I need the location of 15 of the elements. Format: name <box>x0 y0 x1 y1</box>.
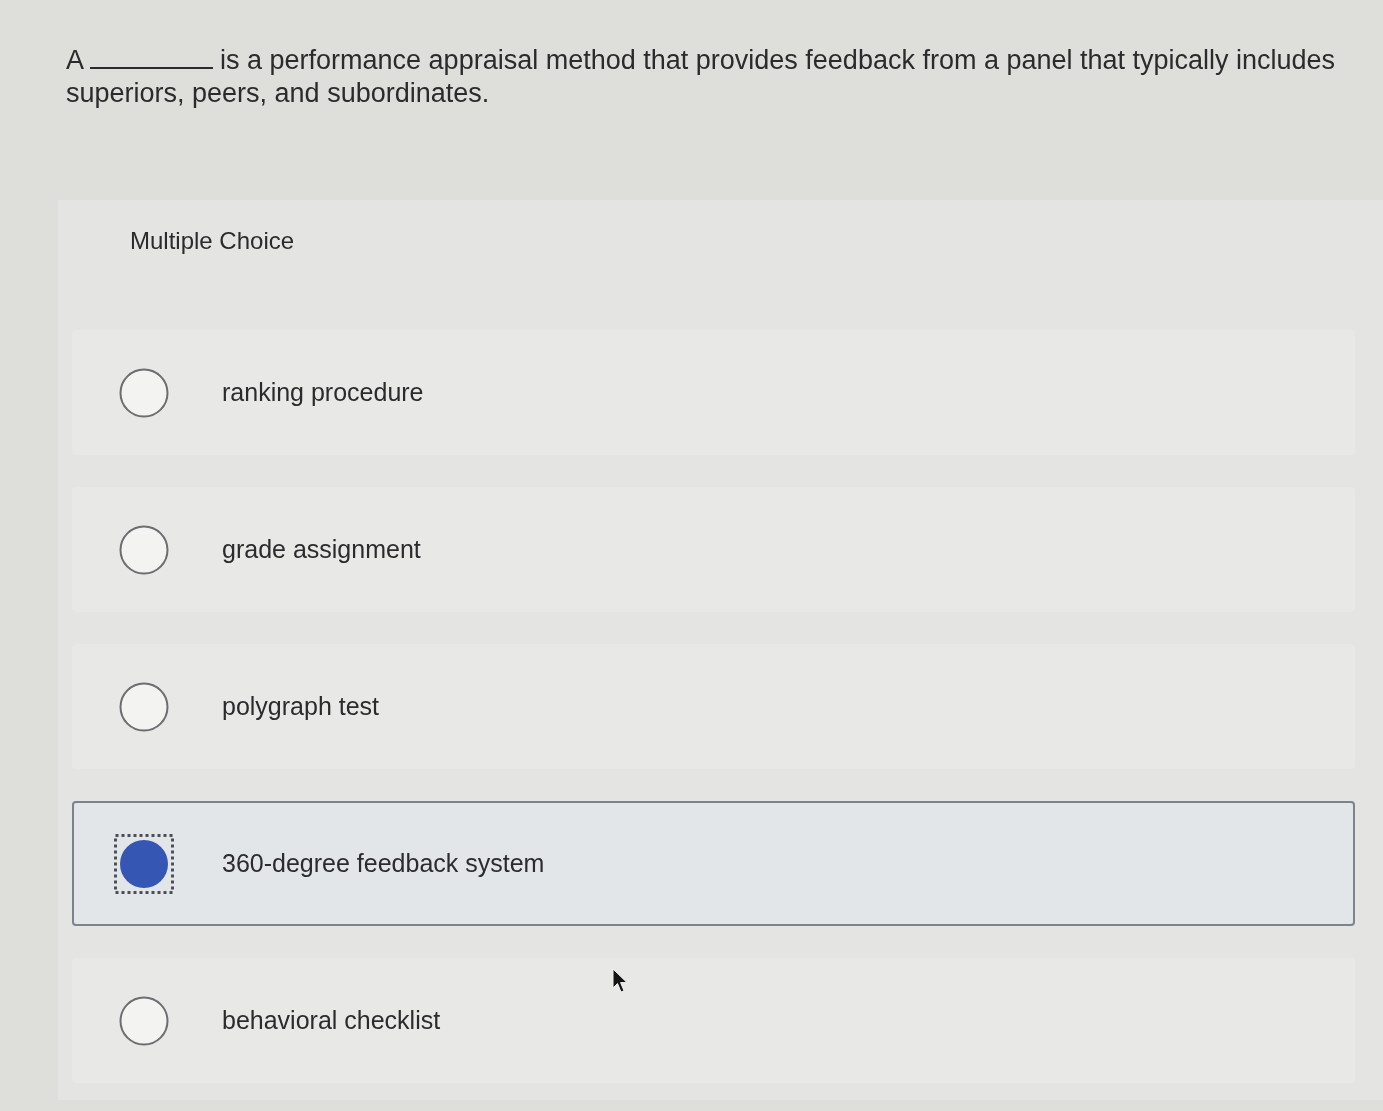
mouse-pointer-icon <box>612 968 628 994</box>
question-text: superiors, peers, and subordinates. <box>66 77 490 110</box>
answer-option[interactable]: behavioral checklist <box>72 958 1355 1083</box>
question-type-label: Multiple Choice <box>130 226 295 256</box>
radio-selected-icon[interactable] <box>114 833 174 894</box>
answer-option[interactable]: polygraph test <box>72 644 1355 769</box>
radio-icon[interactable] <box>119 681 169 732</box>
radio-icon[interactable] <box>119 995 169 1046</box>
answer-option[interactable]: 360-degree feedback system <box>72 801 1355 926</box>
radio-icon[interactable] <box>119 367 169 418</box>
answer-option[interactable]: ranking procedure <box>72 330 1355 455</box>
question-text: is a performance appraisal method that provides feedback from a panel that typically includes <box>220 44 1336 77</box>
radio-icon[interactable] <box>119 524 169 575</box>
question-text: A <box>66 44 84 77</box>
answer-option[interactable]: grade assignment <box>72 487 1355 612</box>
